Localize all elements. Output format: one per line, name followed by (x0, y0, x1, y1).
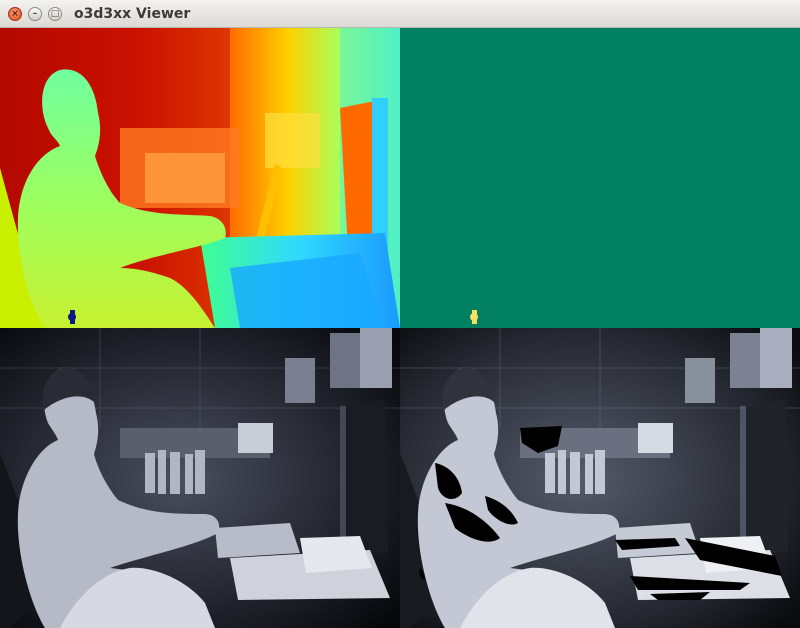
close-icon: × (11, 8, 19, 19)
title-bar[interactable]: × – □ o3d3xx Viewer (0, 0, 800, 28)
depth-image-view[interactable] (0, 28, 400, 328)
amplitude-masked-image-view[interactable] (400, 328, 800, 628)
amplitude-image-view[interactable] (0, 328, 400, 628)
depth-image (0, 28, 400, 328)
maximize-icon: □ (50, 8, 60, 19)
minimize-button[interactable]: – (28, 7, 42, 21)
amplitude-masked-image (400, 328, 800, 628)
amplitude-image (0, 328, 400, 628)
minimize-icon: – (32, 8, 38, 19)
confidence-image-view[interactable] (400, 28, 800, 328)
confidence-image (400, 28, 800, 328)
viewer-window: × – □ o3d3xx Viewer (0, 0, 800, 628)
maximize-button[interactable]: □ (48, 7, 62, 21)
window-title: o3d3xx Viewer (74, 6, 191, 22)
close-button[interactable]: × (8, 7, 22, 21)
